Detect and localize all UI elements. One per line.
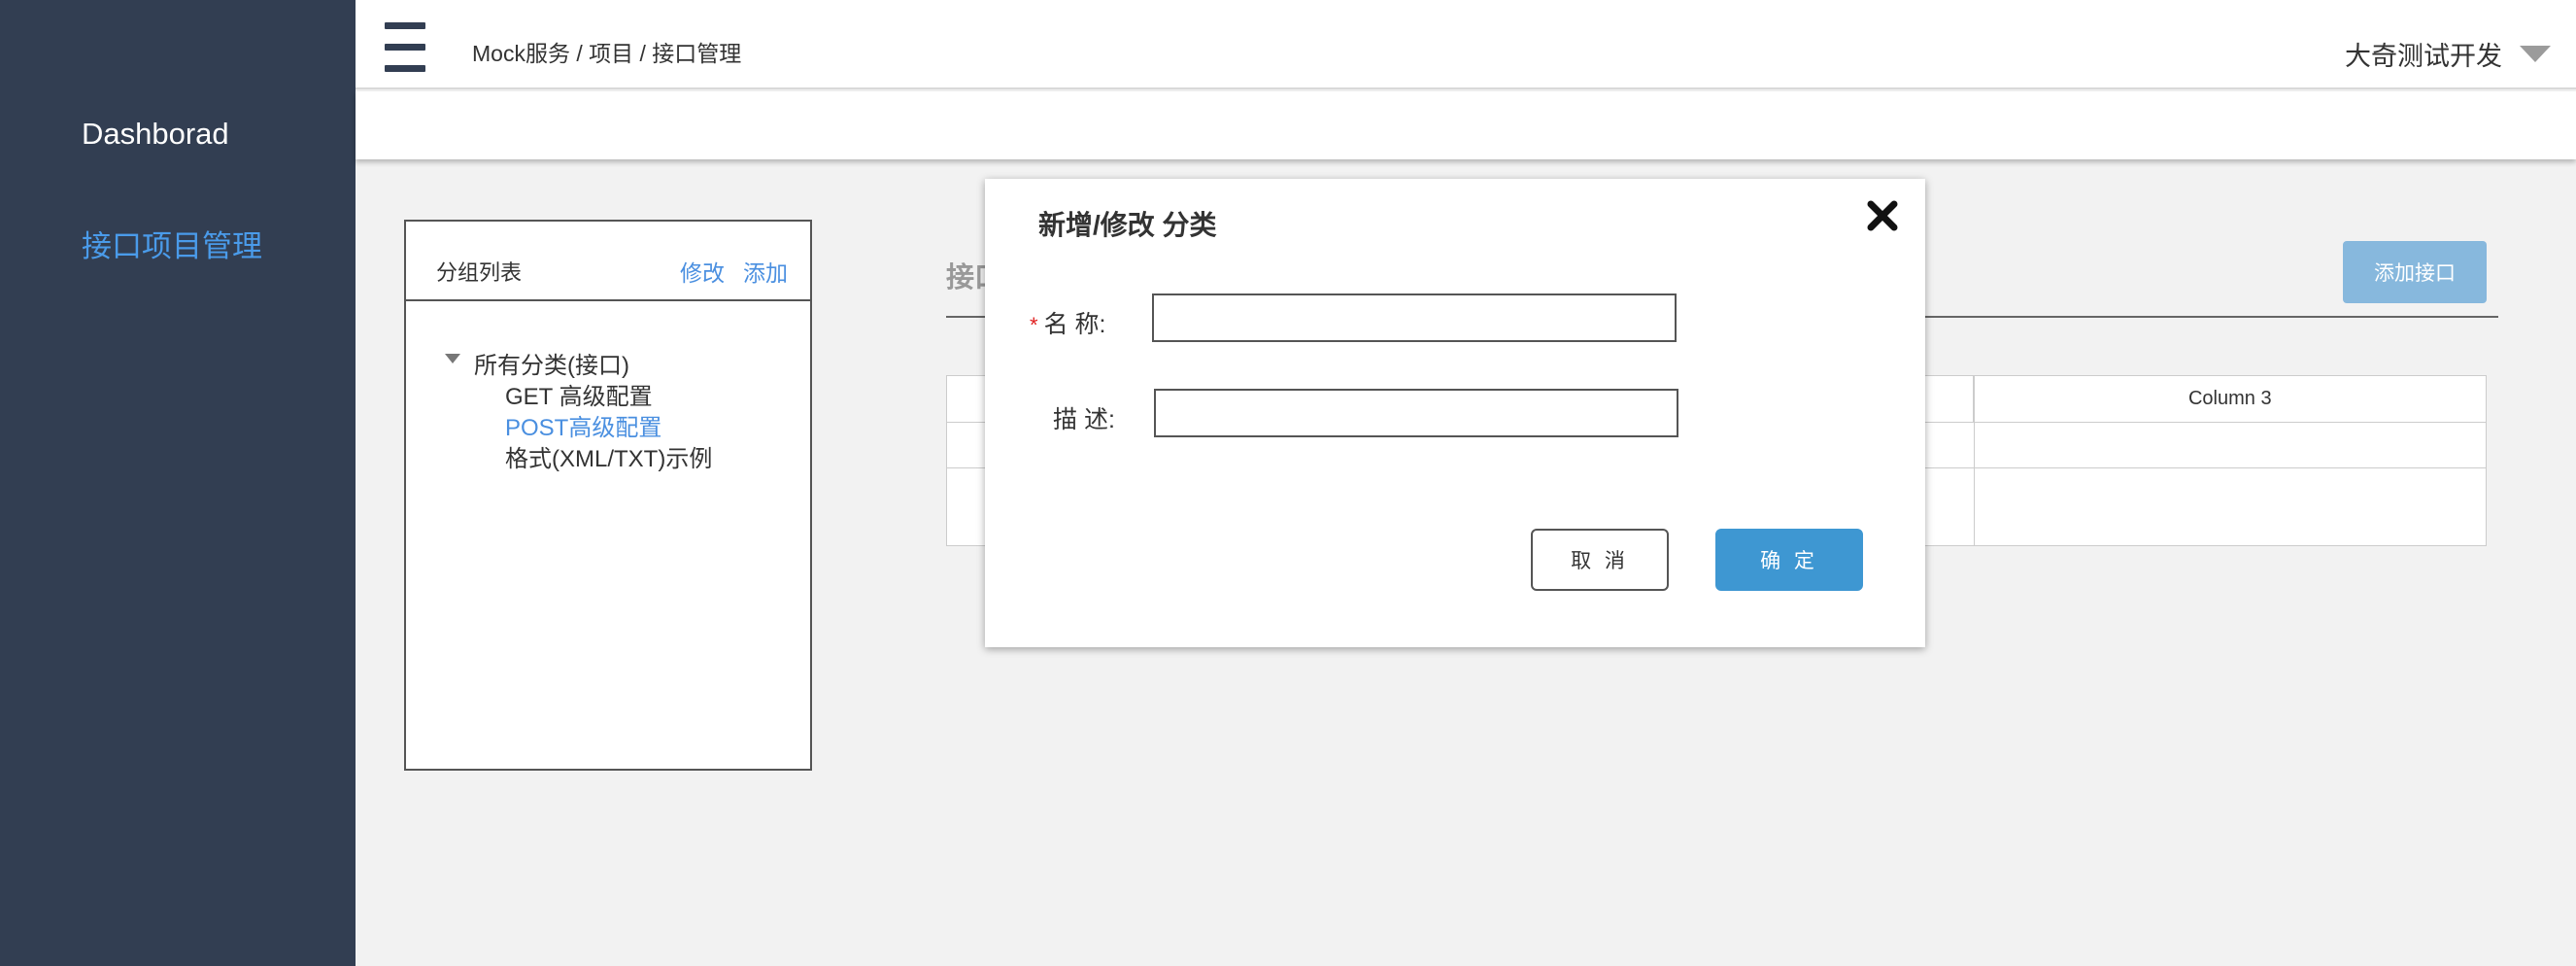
sidebar-item-dashboard[interactable]: Dashborad <box>82 117 229 152</box>
user-name: 大奇测试开发 <box>2345 42 2502 71</box>
tree-item-post[interactable]: POST高级配置 <box>505 408 661 442</box>
add-api-button[interactable]: 添加接口 <box>2343 241 2487 303</box>
sidebar-item-api-project-management[interactable]: 接口项目管理 <box>82 222 262 265</box>
required-mark: * <box>1030 313 1038 337</box>
caret-down-icon[interactable] <box>445 354 460 363</box>
name-label: 名 称: <box>1043 311 1106 338</box>
breadcrumb: Mock服务 / 项目 / 接口管理 <box>472 41 742 66</box>
dialog-title: 新增/修改 分类 <box>1038 210 1217 240</box>
user-menu[interactable]: 大奇测试开发 <box>2345 35 2551 73</box>
desc-label: 描 述: <box>1053 406 1115 433</box>
tree-item-get[interactable]: GET 高级配置 <box>505 377 653 411</box>
description-input[interactable] <box>1154 389 1678 437</box>
sidebar: Dashborad 接口项目管理 <box>0 0 356 966</box>
cancel-button[interactable]: 取 消 <box>1531 529 1669 591</box>
add-group-link[interactable]: 添加 <box>743 255 788 288</box>
category-dialog: 新增/修改 分类 * 名 称: 描 述: 取 消 确 定 <box>985 179 1925 647</box>
table-header-cell: Column 3 <box>1973 375 2488 423</box>
menu-icon[interactable] <box>385 22 425 73</box>
name-label-group: * 名 称: <box>1030 305 1105 340</box>
group-list-title: 分组列表 <box>436 260 523 285</box>
close-icon[interactable] <box>1865 198 1900 233</box>
tree-item-root[interactable]: 所有分类(接口) <box>474 346 629 380</box>
top-header: Mock服务 / 项目 / 接口管理 大奇测试开发 <box>356 0 2576 89</box>
edit-group-link[interactable]: 修改 <box>680 255 725 288</box>
toolbar-bar <box>356 91 2576 159</box>
name-input[interactable] <box>1152 293 1677 342</box>
group-list-panel: 分组列表 修改 添加 所有分类(接口) GET 高级配置 POST高级配置 格式… <box>404 220 812 771</box>
confirm-button[interactable]: 确 定 <box>1715 529 1863 591</box>
caret-down-icon <box>2520 46 2551 62</box>
tree-item-format[interactable]: 格式(XML/TXT)示例 <box>505 439 712 473</box>
group-list-header: 分组列表 修改 添加 <box>406 222 810 301</box>
